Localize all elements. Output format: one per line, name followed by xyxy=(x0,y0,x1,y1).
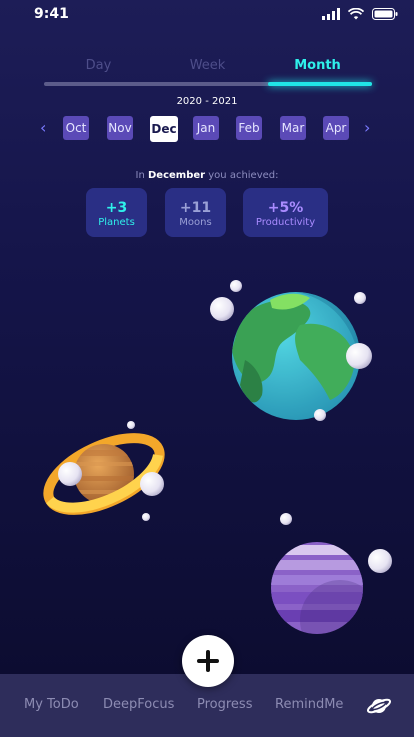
stat-value: +5% xyxy=(267,200,304,216)
moon xyxy=(127,421,135,429)
achievement-summary: In December you achieved: xyxy=(0,170,414,181)
achievement-prefix: In xyxy=(135,170,145,181)
chevron-right-icon[interactable]: › xyxy=(364,118,370,137)
moon xyxy=(368,549,392,573)
system-icons xyxy=(322,8,398,20)
tab-day[interactable]: Day xyxy=(44,58,153,73)
moon xyxy=(140,472,164,496)
year-range: 2020 - 2021 xyxy=(176,96,238,107)
nav-progress[interactable]: Progress xyxy=(197,697,252,712)
planet-icon[interactable] xyxy=(366,694,392,718)
chevron-left-icon[interactable]: ‹ xyxy=(40,118,46,137)
moon xyxy=(230,280,242,292)
status-bar: 9:41 xyxy=(0,0,414,30)
nav-remindme[interactable]: RemindMe xyxy=(275,697,343,712)
moon xyxy=(314,409,326,421)
month-jan[interactable]: Jan xyxy=(193,116,219,140)
stat-label: Planets xyxy=(98,217,135,228)
moon xyxy=(346,343,372,369)
moon xyxy=(280,513,292,525)
wifi-icon xyxy=(348,8,364,20)
stat-label: Productivity xyxy=(255,217,316,228)
add-button[interactable] xyxy=(182,635,234,687)
signal-icon xyxy=(322,8,340,20)
month-dec[interactable]: Dec xyxy=(150,116,178,142)
month-apr[interactable]: Apr xyxy=(323,116,349,140)
moon xyxy=(58,462,82,486)
month-selector: ‹ Oct Nov Dec Jan Feb Mar Apr › xyxy=(40,116,376,142)
moon xyxy=(142,513,150,521)
month-nov[interactable]: Nov xyxy=(107,116,133,140)
planets-illustration xyxy=(43,280,392,634)
stat-value: +11 xyxy=(179,200,212,216)
moon xyxy=(210,297,234,321)
nav-my-todo[interactable]: My ToDo xyxy=(24,697,79,712)
stat-moons: +11 Moons xyxy=(165,188,226,237)
stat-productivity: +5% Productivity xyxy=(243,188,328,237)
moon xyxy=(354,292,366,304)
tab-active-indicator xyxy=(268,82,372,86)
month-oct[interactable]: Oct xyxy=(63,116,89,140)
tab-month[interactable]: Month xyxy=(263,58,372,73)
purple-planet xyxy=(271,542,363,634)
battery-icon xyxy=(372,8,398,20)
status-time: 9:41 xyxy=(34,6,69,22)
stat-planets: +3 Planets xyxy=(86,188,147,237)
tab-week[interactable]: Week xyxy=(153,58,262,73)
stat-label: Moons xyxy=(179,217,212,228)
stat-value: +3 xyxy=(105,200,128,216)
period-tabs: Day Week Month xyxy=(44,58,372,86)
month-feb[interactable]: Feb xyxy=(236,116,262,140)
nav-deepfocus[interactable]: DeepFocus xyxy=(103,697,174,712)
achievement-month: December xyxy=(147,170,206,181)
month-mar[interactable]: Mar xyxy=(280,116,306,140)
achievement-suffix: you achieved: xyxy=(208,170,279,181)
plus-icon xyxy=(197,650,219,672)
